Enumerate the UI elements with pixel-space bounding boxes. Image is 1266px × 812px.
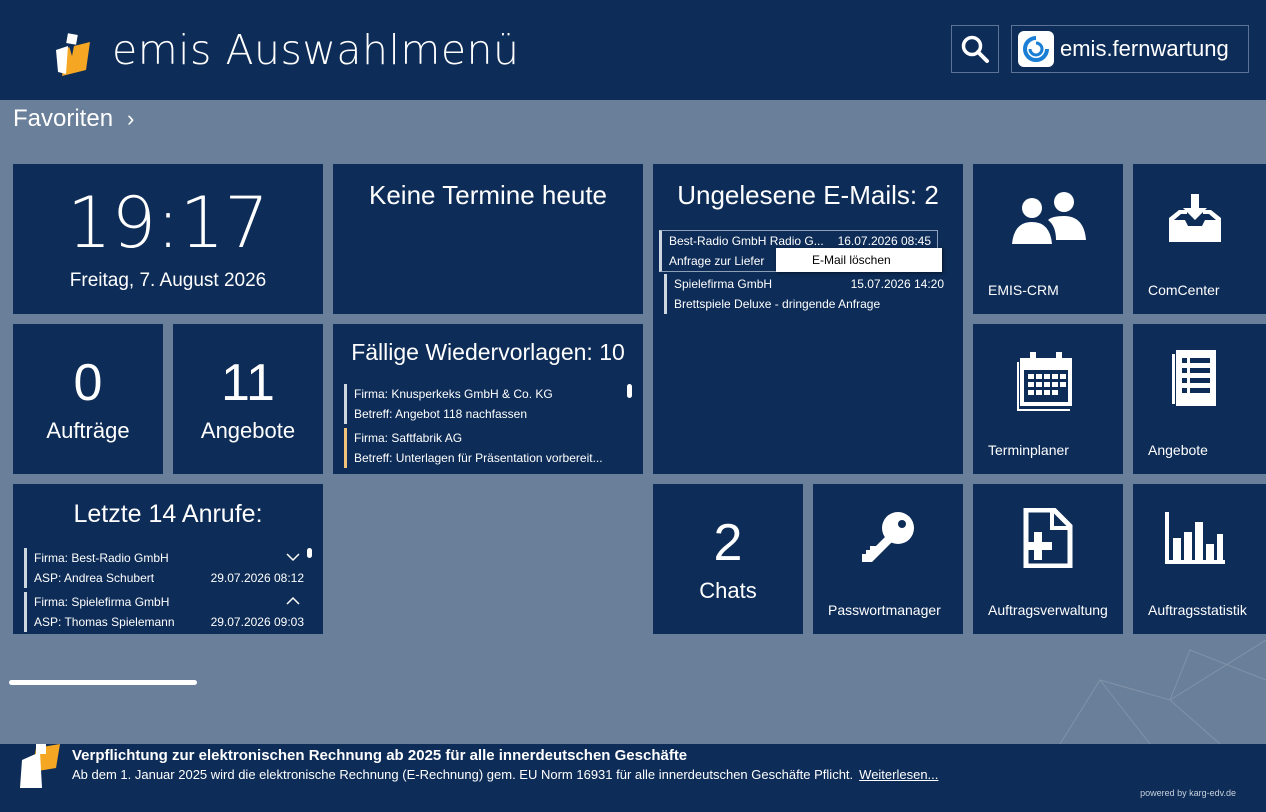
chevron-up-icon[interactable]: [286, 596, 300, 606]
clock-tile: 19:17 Freitag, 7. August 2026: [13, 164, 323, 314]
app-tile-auftragsverwaltung[interactable]: Auftragsverwaltung: [973, 484, 1123, 634]
angebote-count: 11: [221, 354, 275, 412]
call-asp: ASP: Andrea Schubert 29.07.2026 08:12: [34, 571, 304, 585]
app-label: Auftragsstatistik: [1148, 602, 1247, 618]
users-icon: [1012, 192, 1086, 244]
document-add-icon: [1023, 508, 1073, 568]
wiedervorlage-item[interactable]: Firma: Saftfabrik AG Betreff: Unterlagen…: [344, 428, 624, 468]
app-tile-passwort[interactable]: Passwortmanager: [813, 484, 963, 634]
auftraege-count: 0: [73, 354, 103, 412]
fernwartung-button[interactable]: emis.fernwartung: [1011, 25, 1249, 73]
wiedervorlage-firma: Firma: Saftfabrik AG: [354, 431, 463, 445]
app-tile-crm[interactable]: EMIS-CRM: [973, 164, 1123, 314]
emis-logo-icon: [56, 33, 90, 76]
emis-logo-icon: [20, 744, 60, 788]
key-icon: [862, 512, 914, 562]
chevron-right-icon: ›: [127, 106, 135, 131]
email-subject: Brettspiele Deluxe - dringende Anfrage: [674, 297, 881, 311]
angebote-label: Angebote: [200, 418, 296, 443]
angebote-count-tile[interactable]: 11 Angebote: [173, 324, 323, 474]
app-label: Angebote: [1148, 442, 1208, 458]
auftraege-label: Aufträge: [46, 418, 130, 443]
scrollbar-thumb[interactable]: [627, 384, 632, 398]
emails-tile[interactable]: Ungelesene E-Mails: 2 Best-Radio GmbH Ra…: [653, 164, 963, 474]
context-menu-label: E-Mail löschen: [812, 253, 891, 267]
scrollbar-thumb[interactable]: [307, 548, 312, 558]
anrufe-tile[interactable]: Letzte 14 Anrufe: Firma: Best-Radio GmbH…: [13, 484, 323, 634]
wiedervorlage-firma: Firma: Knusperkeks GmbH & Co. KG: [354, 387, 553, 401]
auftraege-tile[interactable]: 0 Aufträge: [13, 324, 163, 474]
favorites-label: Favoriten: [13, 105, 114, 132]
footer-title: Verpflichtung zur elektronischen Rechnun…: [72, 747, 688, 764]
chevron-down-icon[interactable]: [286, 552, 300, 562]
call-item[interactable]: Firma: Best-Radio GmbH ASP: Andrea Schub…: [24, 548, 304, 588]
wiedervorlage-item[interactable]: Firma: Knusperkeks GmbH & Co. KG Betreff…: [344, 384, 624, 424]
wiedervorlagen-tile[interactable]: Fällige Wiedervorlagen: 10 Firma: Knuspe…: [333, 324, 643, 474]
app-tile-auftragsstatistik[interactable]: Auftragsstatistik: [1133, 484, 1266, 634]
calendar-icon: [1017, 352, 1072, 411]
wiedervorlage-betreff: Betreff: Unterlagen für Präsentation vor…: [354, 451, 603, 465]
chats-label: Chats: [699, 578, 757, 603]
bar-chart-icon: [1165, 512, 1225, 564]
header: emis Auswahlmenü emis.fernwartung: [0, 0, 1266, 100]
app-label: ComCenter: [1148, 282, 1220, 298]
app-label: Passwortmanager: [828, 602, 941, 618]
app-tile-comcenter[interactable]: ComCenter: [1133, 164, 1266, 314]
chats-count: 2: [713, 514, 743, 572]
app-label: Terminplaner: [988, 442, 1069, 458]
document-list-icon: [1172, 350, 1216, 406]
footer-news: Verpflichtung zur elektronischen Rechnun…: [0, 744, 1266, 812]
app-tile-terminplaner[interactable]: Terminplaner: [973, 324, 1123, 474]
horizontal-scrollbar[interactable]: [9, 680, 197, 685]
call-firma: Firma: Spielefirma GmbH: [34, 595, 170, 609]
wiedervorlage-betreff: Betreff: Angebot 118 nachfassen: [354, 407, 528, 421]
call-asp: ASP: Thomas Spielemann 29.07.2026 09:03: [34, 615, 304, 629]
call-item[interactable]: Firma: Spielefirma GmbH ASP: Thomas Spie…: [24, 592, 304, 632]
app-label: EMIS-CRM: [988, 282, 1059, 298]
app-label: Auftragsverwaltung: [988, 602, 1108, 618]
call-firma: Firma: Best-Radio GmbH: [34, 551, 169, 565]
search-icon: [961, 35, 989, 63]
clock-time: 19:17: [67, 182, 269, 264]
app-title: emis Auswahlmenü: [112, 26, 520, 74]
email-item[interactable]: Spielefirma GmbH 15.07.2026 14:20 Brettsp…: [664, 274, 944, 314]
anrufe-title: Letzte 14 Anrufe:: [73, 500, 263, 528]
termine-title: Keine Termine heute: [368, 180, 607, 210]
context-menu-delete-email[interactable]: E-Mail löschen: [776, 248, 942, 272]
favorites-breadcrumb[interactable]: Favoriten ›: [13, 105, 134, 133]
chats-tile[interactable]: 2 Chats: [653, 484, 803, 634]
read-more-link[interactable]: Weiterlesen...: [859, 767, 938, 782]
app-tile-angebote[interactable]: Angebote: [1133, 324, 1266, 474]
fernwartung-icon: [1018, 31, 1054, 67]
inbox-download-icon: [1169, 194, 1221, 242]
termine-tile[interactable]: Keine Termine heute: [333, 164, 643, 314]
fernwartung-label: emis.fernwartung: [1060, 36, 1229, 61]
search-button[interactable]: [951, 25, 999, 73]
background-pattern-icon: [1059, 640, 1266, 744]
powered-by: powered by karg-edv.de: [1140, 788, 1236, 798]
email-from: Spielefirma GmbH 15.07.2026 14:20: [674, 277, 944, 291]
clock-date: Freitag, 7. August 2026: [69, 270, 267, 291]
wiedervorlagen-title: Fällige Wiedervorlagen: 10: [351, 339, 625, 365]
emails-title: Ungelesene E-Mails: 2: [677, 180, 939, 210]
footer-text: Ab dem 1. Januar 2025 wird die elektroni…: [72, 767, 939, 782]
